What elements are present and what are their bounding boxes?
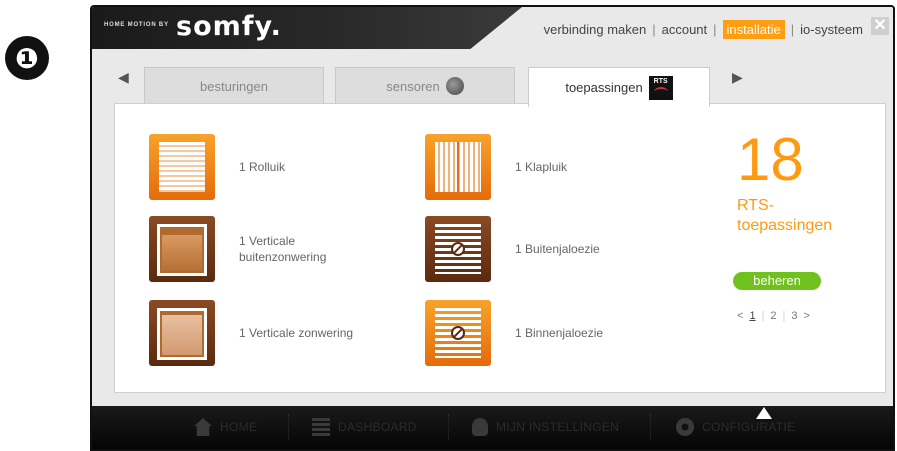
application-label: 1 Klapluik (515, 160, 568, 174)
nav-connect[interactable]: verbinding maken (544, 22, 647, 37)
pager-separator: | (782, 310, 786, 322)
tab-label: besturingen (200, 78, 268, 94)
footer-label: MIJN INSTELLINGEN (496, 420, 620, 434)
application-label: 1 Binnenjaloezie (515, 326, 604, 340)
exterior-venetian-blind-icon (425, 216, 491, 282)
nav-io-system[interactable]: io-systeem (800, 22, 863, 37)
pager-next[interactable]: > (804, 310, 810, 322)
header-bar: HOME MOTION BY somfy. verbinding maken |… (92, 7, 893, 49)
sensor-icon (445, 77, 464, 95)
nav-account[interactable]: account (662, 22, 708, 37)
pager-page-1[interactable]: 1 (749, 310, 755, 322)
footer-separator (448, 414, 449, 440)
pagination: < 1 | 2 | 3 > (737, 310, 810, 322)
tabs-prev-arrow-icon[interactable]: ◀ (118, 69, 129, 86)
dashboard-icon (312, 418, 330, 436)
footer-separator (650, 414, 651, 440)
nav-separator: | (713, 22, 717, 37)
application-label: 1 Verticale buitenzonwering (239, 234, 327, 264)
home-icon (194, 418, 212, 436)
footer-item-home[interactable]: HOME (194, 418, 257, 436)
application-item[interactable]: 1 Binnenjaloezie (425, 300, 603, 366)
logo-area: HOME MOTION BY somfy. (92, 7, 522, 49)
tab-applications[interactable]: toepassingen RTS (528, 67, 710, 107)
screenshot-stage: ❶ HOME MOTION BY somfy. verbinding maken… (0, 0, 897, 451)
application-item[interactable]: 1 Rolluik (149, 134, 285, 200)
tab-controls[interactable]: besturingen (144, 67, 324, 104)
nav-separator: | (652, 22, 656, 37)
applications-count-label: RTS-toepassingen (737, 197, 833, 234)
footer-item-my-settings[interactable]: MIJN INSTELLINGEN (472, 418, 619, 436)
close-icon[interactable]: ✕ (871, 17, 889, 35)
footer-navigation: HOME DASHBOARD MIJN INSTELLINGEN CONFIGU… (92, 406, 893, 449)
application-label: 1 Buitenjaloezie (515, 242, 600, 256)
pager-separator: | (761, 310, 765, 322)
tabs-next-arrow-icon[interactable]: ▶ (732, 69, 743, 86)
roller-shutter-icon (149, 134, 215, 200)
tab-label: sensoren (386, 78, 440, 94)
app-window: HOME MOTION BY somfy. verbinding maken |… (90, 5, 895, 451)
active-section-pointer (756, 407, 772, 419)
footer-item-configuration[interactable]: CONFIGURATIE (676, 418, 795, 436)
exterior-screen-icon (149, 216, 215, 282)
tab-sensors[interactable]: sensoren (335, 67, 515, 104)
footer-item-dashboard[interactable]: DASHBOARD (312, 418, 417, 436)
application-item[interactable]: 1 Verticale buitenzonwering (149, 216, 349, 282)
vertical-awning-icon (149, 300, 215, 366)
application-label: 1 Rolluik (239, 160, 286, 174)
application-label: 1 Verticale zonwering (239, 326, 354, 340)
hinged-shutter-icon (425, 134, 491, 200)
step-number-badge: ❶ (5, 36, 49, 80)
rts-icon: RTS (648, 75, 673, 100)
footer-separator (288, 414, 289, 440)
footer-label: CONFIGURATIE (702, 420, 796, 434)
pager-page-3[interactable]: 3 (791, 310, 797, 322)
brand-tagline: HOME MOTION BY (104, 22, 169, 28)
nav-separator: | (790, 22, 795, 37)
somfy-logo[interactable]: somfy. (176, 11, 282, 42)
pager-prev[interactable]: < (737, 310, 743, 322)
user-icon (472, 418, 488, 436)
pager-page-2[interactable]: 2 (770, 310, 776, 322)
applications-count: 18 (737, 126, 804, 193)
tab-label: toepassingen (565, 80, 643, 95)
top-navigation: verbinding maken | account | installatie… (544, 20, 863, 39)
gear-icon (676, 418, 694, 436)
footer-label: DASHBOARD (338, 420, 417, 434)
application-item[interactable]: 1 Verticale zonwering (149, 300, 353, 366)
footer-label: HOME (220, 420, 258, 434)
nav-installation[interactable]: installatie (722, 20, 785, 39)
interior-venetian-blind-icon (425, 300, 491, 366)
application-item[interactable]: 1 Klapluik (425, 134, 567, 200)
applications-panel: 1 Rolluik 1 Klapluik 1 Verticale buitenz… (114, 103, 886, 393)
manage-button[interactable]: beheren (733, 272, 821, 290)
application-item[interactable]: 1 Buitenjaloezie (425, 216, 600, 282)
